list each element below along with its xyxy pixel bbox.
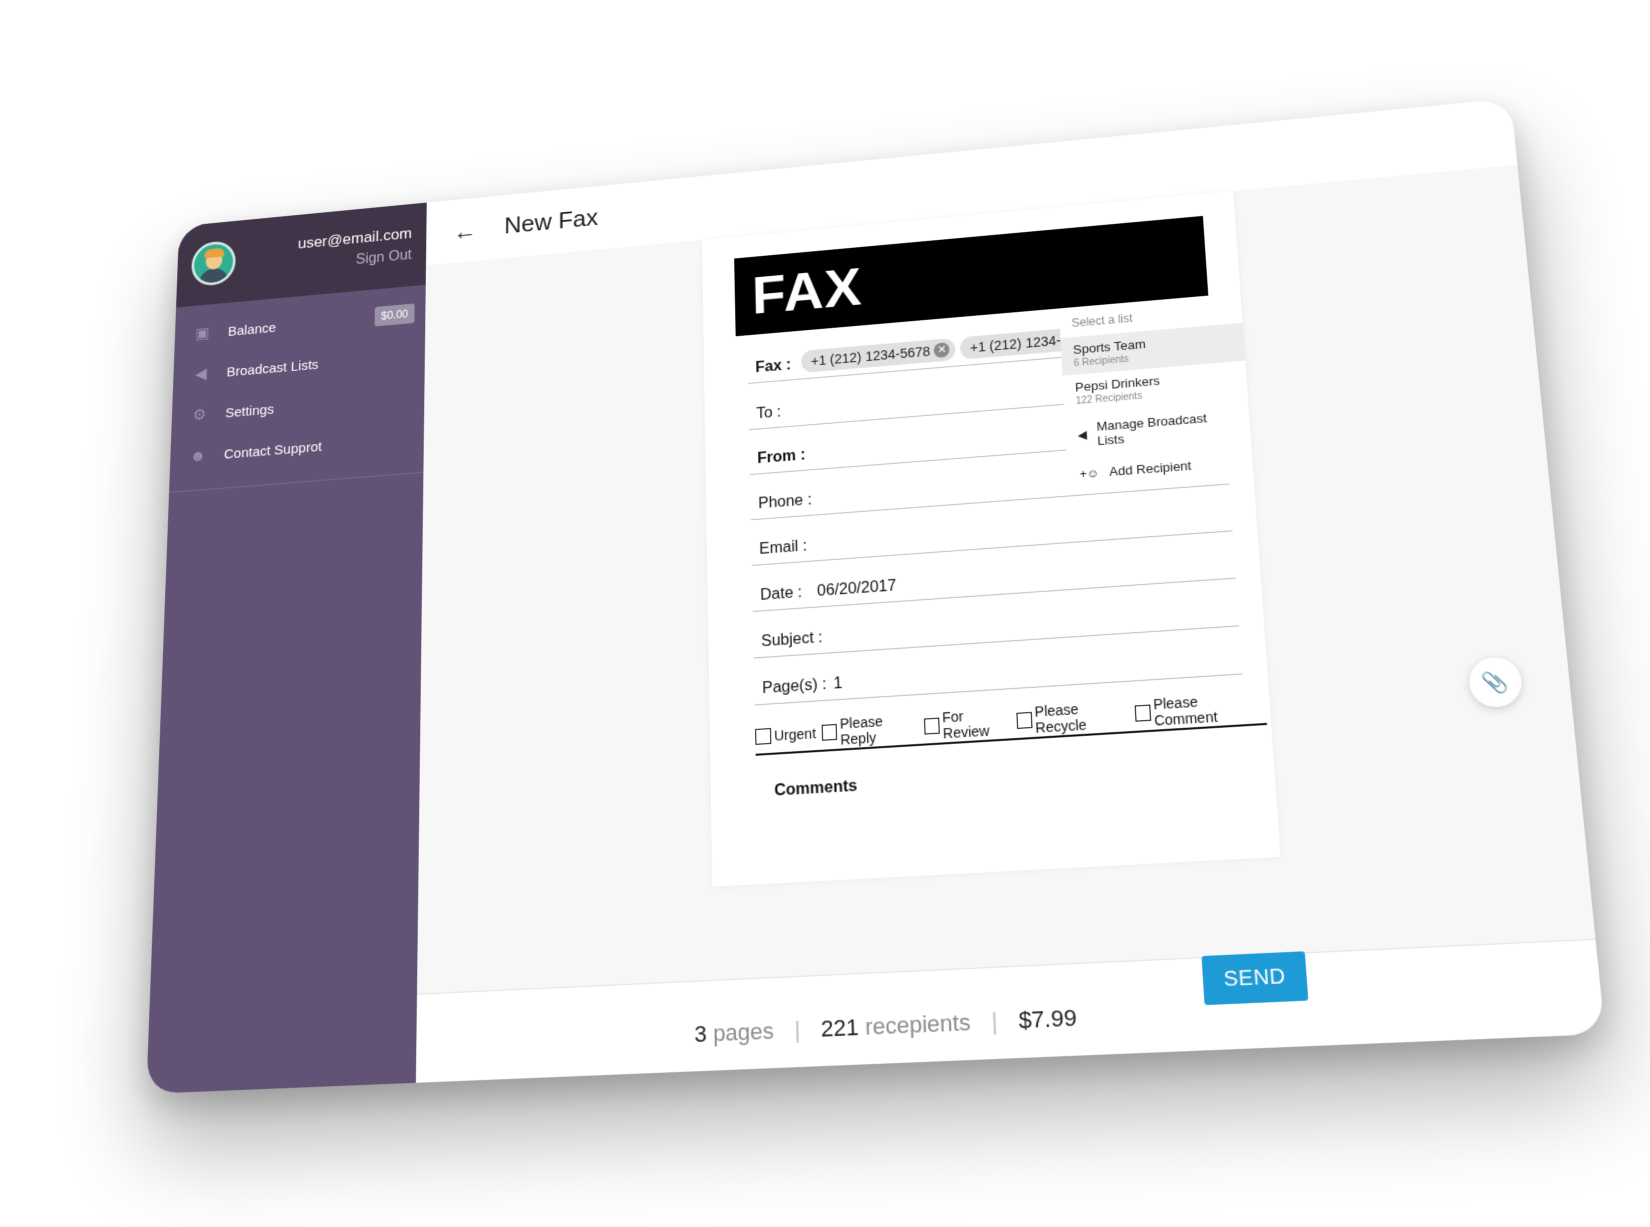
checkbox-box[interactable]	[1134, 704, 1152, 722]
to-label: To :	[756, 404, 782, 423]
price: $7.99	[1018, 1004, 1078, 1034]
sidebar-item-label: Contact Supprot	[223, 438, 323, 462]
checkbox-please-reply[interactable]: Please Reply	[821, 711, 918, 749]
phone-label: Phone :	[758, 491, 813, 513]
pages-word: pages	[712, 1017, 775, 1047]
recipients-count: 221	[820, 1013, 860, 1042]
sidebar-item-label: Settings	[225, 401, 275, 421]
paperclip-icon: 📎	[1480, 670, 1510, 695]
checkbox-label: Please Reply	[839, 713, 883, 748]
checkbox-label: Please Recycle	[1034, 700, 1088, 736]
checkbox-please-recycle[interactable]: Please Recycle	[1016, 698, 1130, 737]
checkbox-box[interactable]	[821, 723, 838, 741]
app-window: user@email.com Sign Out ▣ Balance $0.00 …	[146, 98, 1606, 1094]
arrow-left-icon[interactable]: ←	[453, 217, 477, 246]
fax-summary: 3 pages | 221 recepients | $7.99	[694, 1004, 1077, 1048]
attach-button[interactable]: 📎	[1467, 655, 1524, 709]
send-button[interactable]: SEND	[1201, 951, 1309, 1006]
page-title: New Fax	[504, 203, 599, 239]
sidebar: user@email.com Sign Out ▣ Balance $0.00 …	[146, 202, 427, 1094]
balance-badge: $0.00	[374, 303, 415, 327]
fax-label: Fax :	[755, 357, 792, 376]
pages-label: Page(s) :	[762, 676, 827, 698]
sidebar-item-label: Balance	[227, 319, 277, 340]
date-label: Date :	[760, 584, 803, 604]
fax-title: FAX	[751, 256, 864, 326]
pages-value: 1	[833, 675, 843, 693]
checkbox-box[interactable]	[923, 717, 940, 735]
wallet-icon: ▣	[194, 324, 210, 343]
support-agent-icon: ☻	[189, 446, 207, 466]
megaphone-icon: ◀	[194, 365, 208, 383]
sidebar-item-label: Broadcast Lists	[226, 356, 319, 380]
recipients-word: recepients	[864, 1009, 971, 1041]
checkbox-label: Urgent	[773, 725, 817, 744]
separator: |	[794, 1016, 801, 1044]
pages-count: 3	[694, 1020, 707, 1048]
email-label: Email :	[759, 537, 808, 558]
fax-cover-sheet: FAX Fax : +1 (212) 1234-5678 ✕ +1 (212) …	[701, 190, 1281, 887]
sign-out-link[interactable]: Sign Out	[356, 247, 412, 268]
from-label: From :	[757, 447, 806, 467]
recipient-chip-label: +1 (212) 1234-5678	[810, 343, 931, 369]
manage-broadcast-lists-label: Manage Broadcast Lists	[1096, 410, 1208, 449]
add-recipient-label: Add Recipient	[1108, 458, 1192, 479]
add-person-icon: +☺	[1079, 465, 1100, 481]
gears-icon: ⚙	[192, 405, 207, 424]
checkbox-box[interactable]	[1016, 711, 1033, 729]
comments-label: Comments	[774, 777, 858, 800]
checkbox-label: For Review	[941, 708, 990, 742]
checkbox-please-comment[interactable]: Please Comment	[1134, 690, 1261, 730]
checkbox-box[interactable]	[755, 728, 772, 745]
sidebar-nav: ▣ Balance $0.00 ◀ Broadcast Lists ⚙ Sett…	[169, 284, 426, 493]
broadcast-list-dropdown: Select a list Sports Team 6 Recipients P…	[1059, 294, 1253, 481]
separator: |	[990, 1007, 999, 1035]
date-value: 06/20/2017	[816, 577, 897, 600]
recipient-chip[interactable]: +1 (212) 1234-5678 ✕	[800, 337, 957, 373]
avatar[interactable]	[190, 239, 237, 288]
subject-label: Subject :	[761, 629, 823, 651]
checkbox-urgent[interactable]: Urgent	[755, 725, 816, 745]
close-icon[interactable]: ✕	[933, 341, 951, 359]
checkbox-label: Please Comment	[1152, 693, 1219, 729]
megaphone-icon: ◀	[1077, 427, 1088, 442]
checkbox-for-review[interactable]: For Review	[923, 705, 1011, 742]
main-content: FAX Fax : +1 (212) 1234-5678 ✕ +1 (212) …	[416, 164, 1596, 995]
